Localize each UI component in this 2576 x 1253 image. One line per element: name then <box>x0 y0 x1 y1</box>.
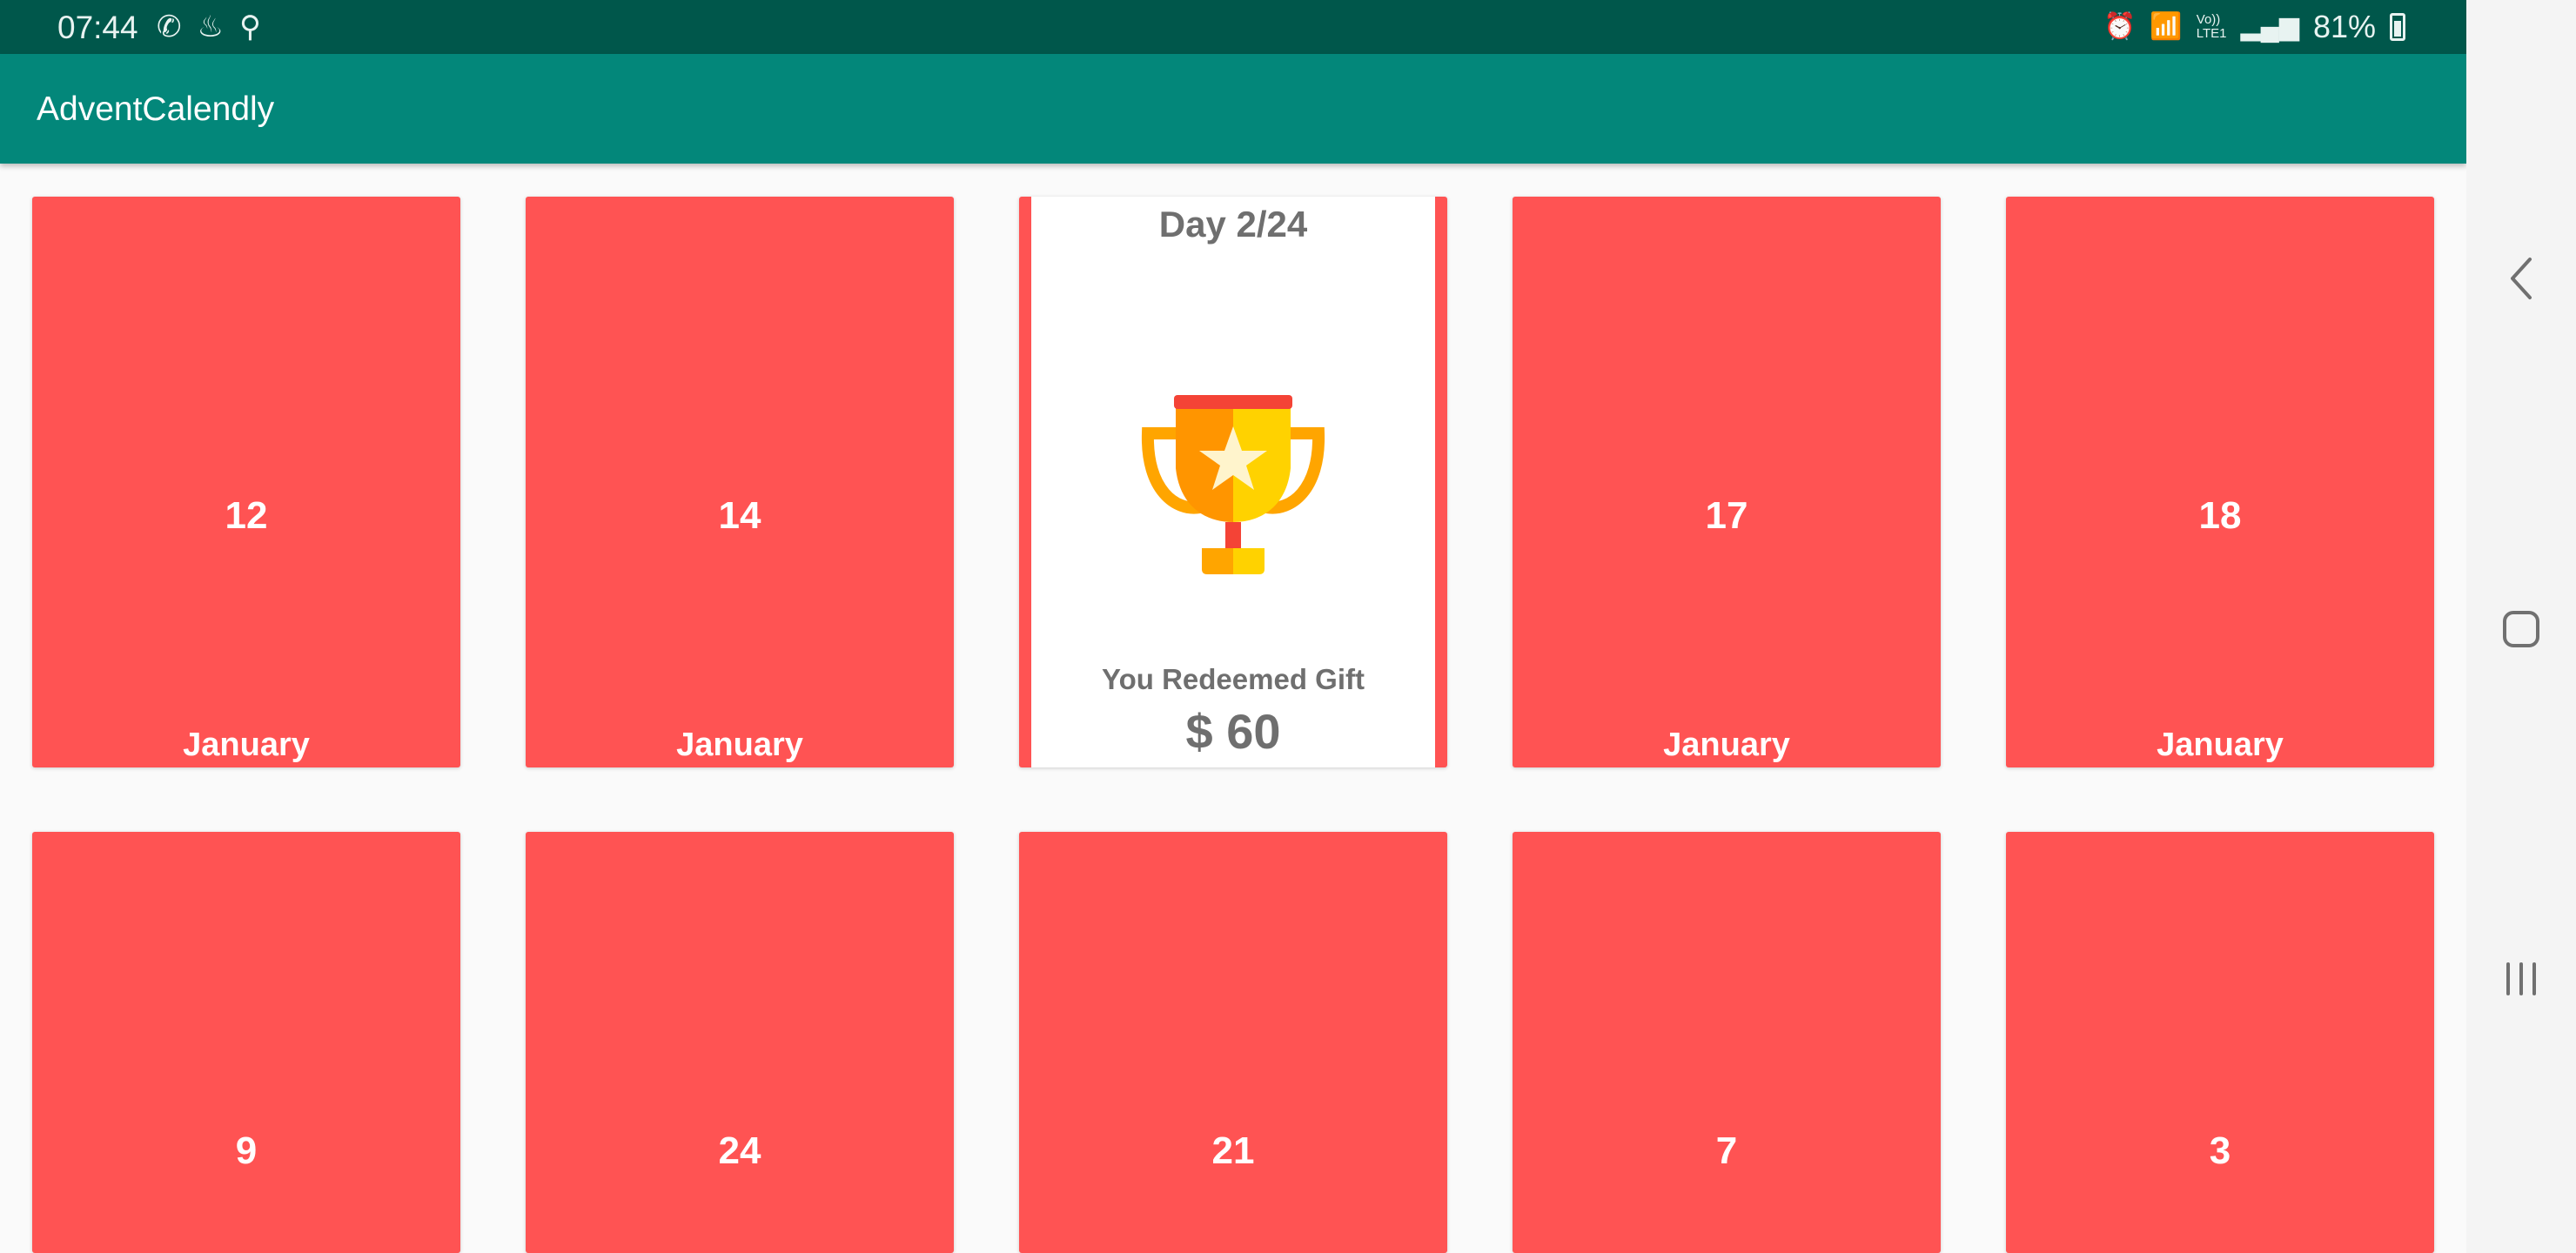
card-number: 18 <box>2198 494 2242 537</box>
day-label: Day 2/24 <box>1158 204 1308 245</box>
app-title: AdventCalendly <box>37 90 275 128</box>
status-bar: 07:44 ✆ ♨ ⚲ ⏰ 📶 Vo)) LTE1 ▂▄▆ 81% <box>0 0 2466 54</box>
card-number: 14 <box>718 494 761 537</box>
status-time: 07:44 <box>57 10 138 45</box>
calendar-card[interactable]: 3 <box>2006 832 2434 1253</box>
card-month: January <box>183 727 310 763</box>
back-icon <box>2511 258 2532 299</box>
navigation-bar <box>2466 0 2576 1253</box>
card-number: 3 <box>2209 1129 2231 1172</box>
battery-icon <box>2390 13 2405 41</box>
calendar-card[interactable]: 12 January <box>32 197 460 767</box>
card-number: 7 <box>1715 1129 1738 1172</box>
calendar-card[interactable]: 7 <box>1513 832 1941 1253</box>
calendar-card[interactable]: 24 <box>526 832 954 1253</box>
signal-icon: ▂▄▆ <box>2240 12 2299 41</box>
alarm-icon: ⏰ <box>2103 12 2137 41</box>
card-number: 12 <box>225 494 268 537</box>
gift-amount: $ 60 <box>1185 704 1281 759</box>
whatsapp-icon: ✆ <box>157 10 182 44</box>
volte-icon: Vo)) LTE1 <box>2196 12 2227 41</box>
battery-level: 81% <box>2312 9 2376 44</box>
advent-grid: 12 January 14 January Day 2/24 You Redee… <box>0 164 2466 1253</box>
back-button[interactable] <box>2466 244 2576 313</box>
recents-icon <box>2506 962 2536 995</box>
card-month: January <box>676 727 803 763</box>
opened-calendar-card[interactable]: Day 2/24 You Redeemed Gift $ 60 <box>1019 197 1447 767</box>
calendar-card[interactable]: 21 <box>1019 832 1447 1253</box>
home-button[interactable] <box>2466 594 2576 664</box>
calendar-card[interactable]: 18 January <box>2006 197 2434 767</box>
card-month: January <box>2157 727 2284 763</box>
trophy-icon <box>1141 395 1325 574</box>
notification-icon: ♨ <box>197 10 224 44</box>
calendar-card[interactable]: 14 January <box>526 197 954 767</box>
card-number: 9 <box>235 1129 258 1172</box>
card-number: 17 <box>1705 494 1748 537</box>
recents-button[interactable] <box>2466 944 2576 1014</box>
calendar-card[interactable]: 9 <box>32 832 460 1253</box>
calendar-card[interactable]: 17 January <box>1513 197 1941 767</box>
home-icon <box>2503 611 2539 647</box>
app-bar: AdventCalendly <box>0 54 2466 164</box>
card-number: 21 <box>1211 1129 1255 1172</box>
card-month: January <box>1663 727 1790 763</box>
wifi-icon: 📶 <box>2150 12 2183 41</box>
fitness-icon: ⚲ <box>238 10 261 44</box>
redeemed-message: You Redeemed Gift <box>1102 663 1365 695</box>
card-number: 24 <box>718 1129 761 1172</box>
